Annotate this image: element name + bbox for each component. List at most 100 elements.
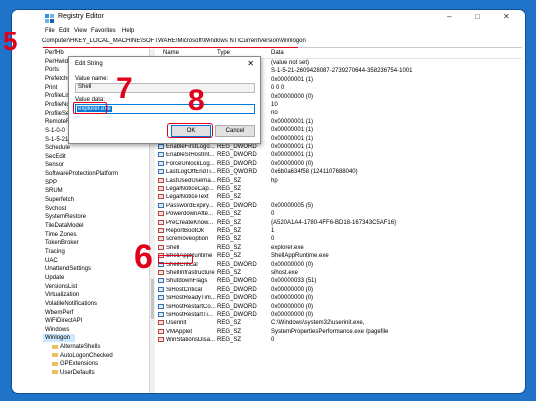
tree-item-label: AutoLogonChecked bbox=[60, 352, 113, 359]
tree-item-label: S-1-0-0 bbox=[45, 127, 66, 134]
tree-item[interactable]: Update bbox=[45, 274, 64, 282]
tree-item[interactable]: Sensor bbox=[45, 161, 64, 169]
menu-view[interactable]: View bbox=[74, 28, 87, 34]
binary-value-icon bbox=[158, 152, 164, 158]
value-name-cell: Userinit bbox=[158, 320, 216, 326]
value-type-cell: REG_SZ bbox=[217, 253, 242, 260]
tree-item[interactable]: VersionsList bbox=[45, 283, 77, 291]
tree-item[interactable]: Virtualization bbox=[45, 291, 79, 299]
tree-item[interactable]: Time Zones bbox=[45, 231, 76, 239]
value-type-cell: REG_SZ bbox=[217, 328, 242, 335]
value-type-cell: REG_DWORD bbox=[217, 160, 257, 167]
binary-value-icon bbox=[158, 202, 164, 208]
registry-editor-icon bbox=[45, 14, 54, 23]
tree-item-label: SPP bbox=[45, 179, 58, 186]
tree-item[interactable]: UAC bbox=[45, 257, 58, 265]
tree-item[interactable]: PerfHb bbox=[45, 49, 64, 57]
value-name-text: PreCreateKnow... bbox=[166, 219, 214, 226]
value-row[interactable]: WinStationsDisa... REG_SZ 0 bbox=[158, 336, 522, 345]
tree-item[interactable]: AlternateShells bbox=[52, 343, 100, 351]
value-data-cell: 0x00000000 (0) bbox=[271, 160, 314, 167]
value-name-cell: SiHostReadyTim... bbox=[158, 295, 216, 301]
value-data-cell: 0 bbox=[271, 337, 275, 344]
tree-item[interactable]: Schedule bbox=[45, 144, 70, 152]
value-type-cell: REG_DWORD bbox=[217, 202, 257, 209]
step-number-7: 7 bbox=[116, 72, 133, 105]
tree-item[interactable]: Tracing bbox=[45, 248, 65, 256]
tree-item[interactable]: Superfetch bbox=[45, 196, 74, 204]
value-data-cell: sihost.exe bbox=[271, 270, 299, 276]
menu-file[interactable]: File bbox=[45, 28, 55, 34]
value-name-text: ForceUnlockLog... bbox=[166, 160, 215, 167]
ok-button-highlight bbox=[167, 123, 213, 138]
address-highlight-underline bbox=[43, 47, 298, 48]
value-name-cell: ShutdownFlags bbox=[158, 278, 216, 284]
tree-item[interactable]: Print bbox=[45, 84, 57, 92]
tree-item[interactable]: VolatileNotifications bbox=[45, 300, 97, 308]
tree-item[interactable]: Svchost bbox=[45, 205, 66, 213]
value-name-text: LastUsedUserna... bbox=[166, 177, 216, 184]
value-type-cell: REG_SZ bbox=[217, 270, 242, 276]
string-value-icon bbox=[158, 219, 164, 225]
tree-item[interactable]: UserDefaults bbox=[52, 369, 95, 377]
tree-item[interactable]: Winlogon bbox=[43, 334, 75, 343]
close-button[interactable]: ✕ bbox=[503, 12, 510, 21]
cancel-button[interactable]: Cancel bbox=[215, 125, 255, 137]
tree-item[interactable]: SecEdit bbox=[45, 153, 66, 161]
tree-item[interactable]: UnattendSettings bbox=[45, 265, 91, 273]
value-data-cell: 0 bbox=[271, 236, 275, 243]
value-type-cell: REG_DWORD bbox=[217, 312, 257, 318]
tree-item[interactable]: GPExtensions bbox=[52, 360, 98, 368]
tree-scrollbar-thumb[interactable] bbox=[151, 279, 154, 319]
column-data-header[interactable]: Data bbox=[271, 50, 284, 56]
menu-edit[interactable]: Edit bbox=[59, 28, 69, 34]
value-data-cell: 0x6b0a634f58 (1241107688040) bbox=[271, 169, 358, 176]
binary-value-icon bbox=[158, 286, 164, 292]
value-name-text: PasswordExpiry... bbox=[166, 202, 214, 209]
value-data-cell: 0x00000001 (1) bbox=[271, 135, 314, 142]
value-data-cell: 0x00000000 (0) bbox=[271, 295, 314, 302]
value-type-cell: REG_SZ bbox=[217, 244, 242, 251]
tree-item[interactable]: TileDataModel bbox=[45, 222, 83, 230]
tree-item[interactable]: Windows bbox=[45, 326, 69, 334]
tree-item-label: UnattendSettings bbox=[45, 266, 92, 273]
value-data-cell: 10 bbox=[271, 102, 278, 108]
value-data-cell: 0x00000000 (0) bbox=[271, 303, 314, 310]
tree-item[interactable]: WbemPerf bbox=[45, 309, 73, 317]
tree-item[interactable]: TokenBroker bbox=[45, 239, 79, 247]
value-name-text: VMApplet bbox=[166, 328, 193, 335]
maximize-button[interactable]: □ bbox=[475, 12, 480, 21]
tree-item[interactable]: SRUM bbox=[45, 187, 63, 195]
tree-item-label: UserDefaults bbox=[60, 370, 95, 377]
binary-value-icon bbox=[158, 295, 164, 301]
tree-item[interactable]: Ports bbox=[45, 66, 59, 74]
tree-item[interactable]: SPP bbox=[45, 179, 57, 187]
value-name-text: Shell bbox=[78, 84, 92, 90]
step-number-8: 8 bbox=[188, 84, 205, 117]
value-name-label: Value name: bbox=[75, 76, 109, 82]
value-name-cell: PasswordExpiry... bbox=[158, 202, 216, 209]
tree-item-label: Windows bbox=[45, 326, 70, 333]
tree-item-label: Time Zones bbox=[45, 231, 77, 238]
tree-item[interactable]: SoftwareProtectionPlatform bbox=[45, 170, 118, 178]
tree-item[interactable]: WiFiDirectAPI bbox=[45, 317, 82, 325]
value-name-field: Shell bbox=[75, 83, 255, 93]
value-name-text: EnableFirstLogo... bbox=[166, 144, 215, 151]
menu-favorites[interactable]: Favorites bbox=[91, 28, 116, 34]
value-type-cell: REG_QWORD bbox=[217, 169, 258, 176]
dialog-close-icon[interactable]: ✕ bbox=[247, 59, 254, 68]
menu-bar: File Edit View Favorites Help bbox=[12, 27, 525, 38]
value-data-cell: 0x00000001 (1) bbox=[271, 118, 314, 125]
tree-item[interactable]: S-1-0-0 bbox=[45, 127, 65, 135]
minimize-button[interactable]: – bbox=[447, 12, 451, 21]
tree-item-label: Winlogon bbox=[45, 335, 71, 342]
menu-help[interactable]: Help bbox=[122, 28, 134, 34]
value-type-cell: REG_DWORD bbox=[217, 278, 257, 285]
tree-item[interactable]: AutoLogonChecked bbox=[52, 352, 113, 360]
value-type-cell: REG_DWORD bbox=[217, 144, 257, 150]
value-name-text: SiHostRestartCo... bbox=[166, 303, 216, 310]
tree-item-label: SecEdit bbox=[45, 153, 66, 160]
value-data-cell: 0x00000001 (1) bbox=[271, 144, 314, 150]
value-name-cell: VMApplet bbox=[158, 328, 216, 335]
tree-item[interactable]: SystemRestore bbox=[45, 213, 86, 221]
